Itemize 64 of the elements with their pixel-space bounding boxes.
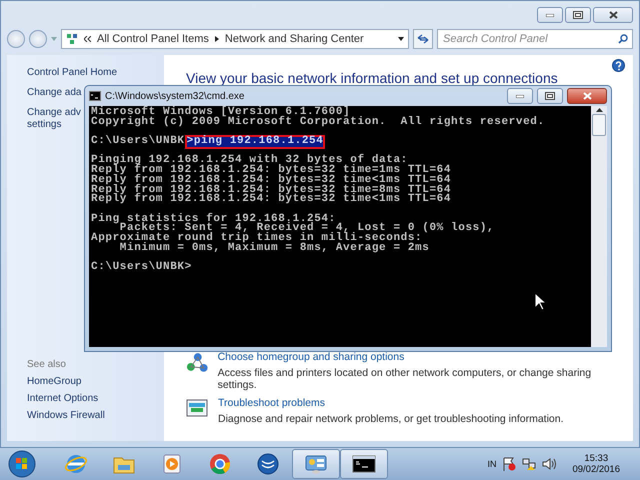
section-title: See also — [27, 359, 66, 370]
maximize-button[interactable] — [537, 88, 563, 104]
scrollbar[interactable] — [591, 106, 607, 347]
sidebar-link[interactable]: Change adv settings — [27, 107, 81, 131]
close-icon — [582, 92, 592, 100]
flag-icon — [502, 457, 516, 471]
monitor-icon — [186, 397, 208, 419]
close-button[interactable] — [567, 88, 607, 104]
breadcrumb[interactable]: Network and Sharing Center — [224, 33, 364, 45]
taskbar-button[interactable] — [340, 449, 388, 479]
clock-time: 15:33 — [584, 453, 608, 464]
search-field[interactable]: Search Control Panel — [437, 29, 633, 49]
homegroup-icon — [186, 351, 208, 373]
page-heading: View your basic network information and set up connections — [186, 70, 558, 86]
language-indicator[interactable]: IN — [487, 459, 496, 469]
console-line: Reply from 192.168.1.254: bytes=32 time<1ms TTL=64 — [91, 195, 452, 205]
refresh-icon — [417, 34, 429, 44]
address-bar[interactable]: All Control Panel Items Network and Sharing Center — [61, 29, 409, 49]
sidebar-link[interactable]: Control Panel Home — [27, 67, 118, 79]
console-line: Minimum = 0ms, Maximum = 8ms, Average = 2ms — [120, 244, 430, 254]
sidebar-link[interactable]: Change ada — [27, 87, 82, 99]
refresh-button[interactable] — [413, 29, 433, 49]
task-description: Access files and printers located on other network computers, or change sharing settings. — [218, 367, 592, 391]
window-title: C:\Windows\system32\cmd.exe — [105, 90, 246, 102]
task-link[interactable]: Troubleshoot problems — [218, 397, 325, 409]
circle-logo-icon — [208, 452, 232, 476]
clock[interactable]: 15:33 09/02/2016 — [572, 453, 620, 475]
minimize-icon — [546, 14, 554, 16]
highlighted-command: >ping 192.168.1.254 — [186, 137, 324, 147]
network-icon — [66, 33, 78, 45]
start-button[interactable] — [8, 449, 38, 479]
minimize-icon — [516, 94, 524, 98]
sidebar-link[interactable]: HomeGroup — [27, 376, 82, 387]
close-icon — [608, 11, 618, 19]
dropdown-icon — [51, 37, 57, 41]
breadcrumb[interactable]: All Control Panel Items — [97, 33, 209, 45]
up-arrow-icon — [596, 108, 602, 112]
search-icon — [618, 34, 628, 44]
console-line: Copyright (c) 2009 Microsoft Corporation. All rights reserved. — [91, 118, 545, 128]
terminal-icon — [89, 91, 101, 101]
chevron-icon — [84, 36, 91, 42]
speaker-icon — [542, 457, 556, 471]
close-button[interactable] — [593, 7, 633, 23]
cursor-icon — [534, 292, 546, 311]
sidebar-link[interactable]: Windows Firewall — [27, 410, 105, 421]
network-icon — [522, 457, 536, 471]
console-line: C:\Users\UNBK — [91, 137, 185, 147]
clock-date: 09/02/2016 — [572, 464, 620, 475]
wave-circle-icon — [256, 452, 280, 476]
maximize-button[interactable] — [565, 7, 591, 23]
minimize-button[interactable] — [537, 7, 563, 23]
globe-icon — [64, 452, 88, 476]
task-description: Diagnose and repair network problems, or get troubleshooting information. — [218, 413, 564, 425]
arrow-icon — [214, 36, 219, 42]
task-link[interactable]: Choose homegroup and sharing options — [218, 351, 404, 363]
dropdown-icon — [398, 37, 404, 41]
restore-icon — [545, 92, 555, 100]
scroll-thumb[interactable] — [592, 114, 606, 136]
console-line: C:\Users\UNBK> — [91, 263, 192, 273]
windows-orb-icon — [8, 450, 36, 478]
restore-icon — [573, 11, 583, 19]
sidebar-link[interactable]: Internet Options — [27, 393, 98, 404]
minimize-button[interactable] — [507, 88, 533, 104]
help-icon — [612, 59, 625, 72]
